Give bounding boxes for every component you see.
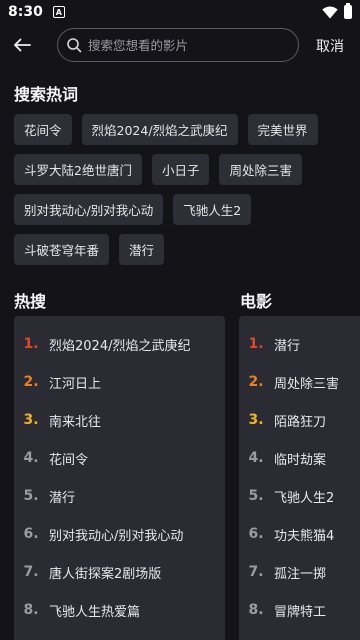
cancel-button[interactable]: 取消 — [316, 36, 344, 56]
hot-search-chip[interactable]: 飞驰人生2 — [173, 194, 252, 225]
rank-item[interactable]: 1. 烈焰2024/烈焰之武庚纪 — [14, 325, 225, 363]
search-icon — [67, 38, 82, 53]
rank-title: 飞驰人生热爱篇 — [49, 604, 141, 620]
rank-item[interactable]: 5. 飞驰人生2 — [239, 477, 360, 515]
rank-number: 3. — [248, 412, 264, 428]
rank-number: 3. — [23, 412, 39, 428]
hot-search-chips: 花间令 烈焰2024/烈焰之武庚纪 完美世界 斗罗大陆2绝世唐门 小日子 周处除三害 别对我… — [14, 114, 354, 274]
rank-title: 飞驰人生2 — [274, 490, 335, 506]
rank-item[interactable]: 3. 陌路狂刀 — [239, 401, 360, 439]
rank-item[interactable]: 9.金手指 — [239, 629, 360, 640]
rank-item[interactable]: 3. 南来北往 — [14, 401, 225, 439]
search-input[interactable] — [88, 37, 288, 53]
hot-search-chip[interactable]: 烈焰2024/烈焰之武庚纪 — [81, 114, 238, 145]
rank-number: 4. — [23, 450, 39, 466]
rank-item[interactable]: 7. 孤注一掷 — [239, 553, 360, 591]
rank-item[interactable]: 9.小日子 — [14, 629, 225, 640]
search-row: 取消 — [0, 28, 360, 62]
rank-number: 8. — [248, 602, 264, 618]
hot-search-chip[interactable]: 小日子 — [151, 154, 210, 185]
rank-item[interactable]: 4. 花间令 — [14, 439, 225, 477]
notification-icon: A — [52, 6, 65, 18]
rank-item[interactable]: 4. 临时劫案 — [239, 439, 360, 477]
rank-title: 临时劫案 — [274, 452, 327, 468]
back-button[interactable] — [10, 31, 34, 59]
rank-item[interactable]: 6. 功夫熊猫4 — [239, 515, 360, 553]
status-bar: 8:30 A — [0, 0, 360, 24]
search-box[interactable] — [57, 28, 299, 62]
rank-number: 7. — [248, 564, 264, 580]
chip-row: 花间令 烈焰2024/烈焰之武庚纪 完美世界 — [14, 114, 354, 145]
rank-number: 2. — [248, 374, 264, 390]
hot-search-chip[interactable]: 周处除三害 — [219, 154, 302, 185]
rank-title: 花间令 — [49, 452, 89, 468]
trending-list: 1. 烈焰2024/烈焰之武庚纪 2. 江河日上 3. 南来北往 4. 花间令 5. 潜行 6. 别对… — [14, 316, 225, 640]
rank-number: 2. — [23, 374, 39, 390]
rank-item[interactable]: 2. 江河日上 — [14, 363, 225, 401]
battery-icon — [344, 3, 352, 19]
hot-searches-title: 搜索热词 — [14, 85, 79, 104]
trending-title: 热搜 — [14, 292, 47, 311]
rank-title: 南来北往 — [49, 414, 102, 430]
rank-item[interactable]: 5. 潜行 — [14, 477, 225, 515]
rank-title: 潜行 — [49, 490, 76, 506]
rank-title: 别对我动心/别对我心动 — [49, 528, 184, 544]
rank-title: 潜行 — [274, 338, 301, 354]
chip-row: 别对我动心/别对我心动 飞驰人生2 — [14, 194, 354, 225]
rank-title: 周处除三害 — [274, 376, 340, 392]
hot-search-chip[interactable]: 斗破苍穹年番 — [14, 234, 110, 265]
rank-item[interactable]: 7. 唐人街探案2剧场版 — [14, 553, 225, 591]
status-time: 8:30 — [8, 4, 43, 20]
chip-row: 斗破苍穹年番 潜行 — [14, 234, 354, 265]
hot-search-chip[interactable]: 斗罗大陆2绝世唐门 — [14, 154, 142, 185]
rank-number: 5. — [248, 488, 264, 504]
rank-title: 陌路狂刀 — [274, 414, 327, 430]
rank-title: 功夫熊猫4 — [274, 528, 335, 544]
rank-item[interactable]: 1. 潜行 — [239, 325, 360, 363]
hot-search-chip[interactable]: 潜行 — [119, 234, 165, 265]
rank-item[interactable]: 8. 飞驰人生热爱篇 — [14, 591, 225, 629]
rank-number: 6. — [23, 526, 39, 542]
movies-list: 1. 潜行 2. 周处除三害 3. 陌路狂刀 4. 临时劫案 5. 飞驰人生2 6. 功夫熊猫4 7. 孤… — [239, 316, 360, 640]
rank-item[interactable]: 6. 别对我动心/别对我心动 — [14, 515, 225, 553]
hot-search-chip[interactable]: 别对我动心/别对我心动 — [14, 194, 164, 225]
rank-number: 8. — [23, 602, 39, 618]
rank-item[interactable]: 2. 周处除三害 — [239, 363, 360, 401]
rank-title: 唐人街探案2剧场版 — [49, 566, 162, 582]
rank-title: 冒牌特工 — [274, 604, 327, 620]
rank-number: 1. — [248, 336, 264, 352]
rank-number: 7. — [23, 564, 39, 580]
rank-title: 孤注一掷 — [274, 566, 327, 582]
rank-title: 江河日上 — [49, 376, 102, 392]
hot-search-chip[interactable]: 花间令 — [14, 114, 72, 145]
rank-number: 5. — [23, 488, 39, 504]
rank-number: 6. — [248, 526, 264, 542]
rank-title: 烈焰2024/烈焰之武庚纪 — [49, 338, 191, 354]
rank-item[interactable]: 8. 冒牌特工 — [239, 591, 360, 629]
hot-search-chip[interactable]: 完美世界 — [247, 114, 318, 145]
wifi-icon — [322, 6, 338, 18]
arrow-left-icon — [14, 38, 31, 52]
chip-row: 斗罗大陆2绝世唐门 小日子 周处除三害 — [14, 154, 354, 185]
rank-number: 4. — [248, 450, 264, 466]
movies-title: 电影 — [240, 292, 273, 311]
rank-number: 1. — [23, 336, 39, 352]
